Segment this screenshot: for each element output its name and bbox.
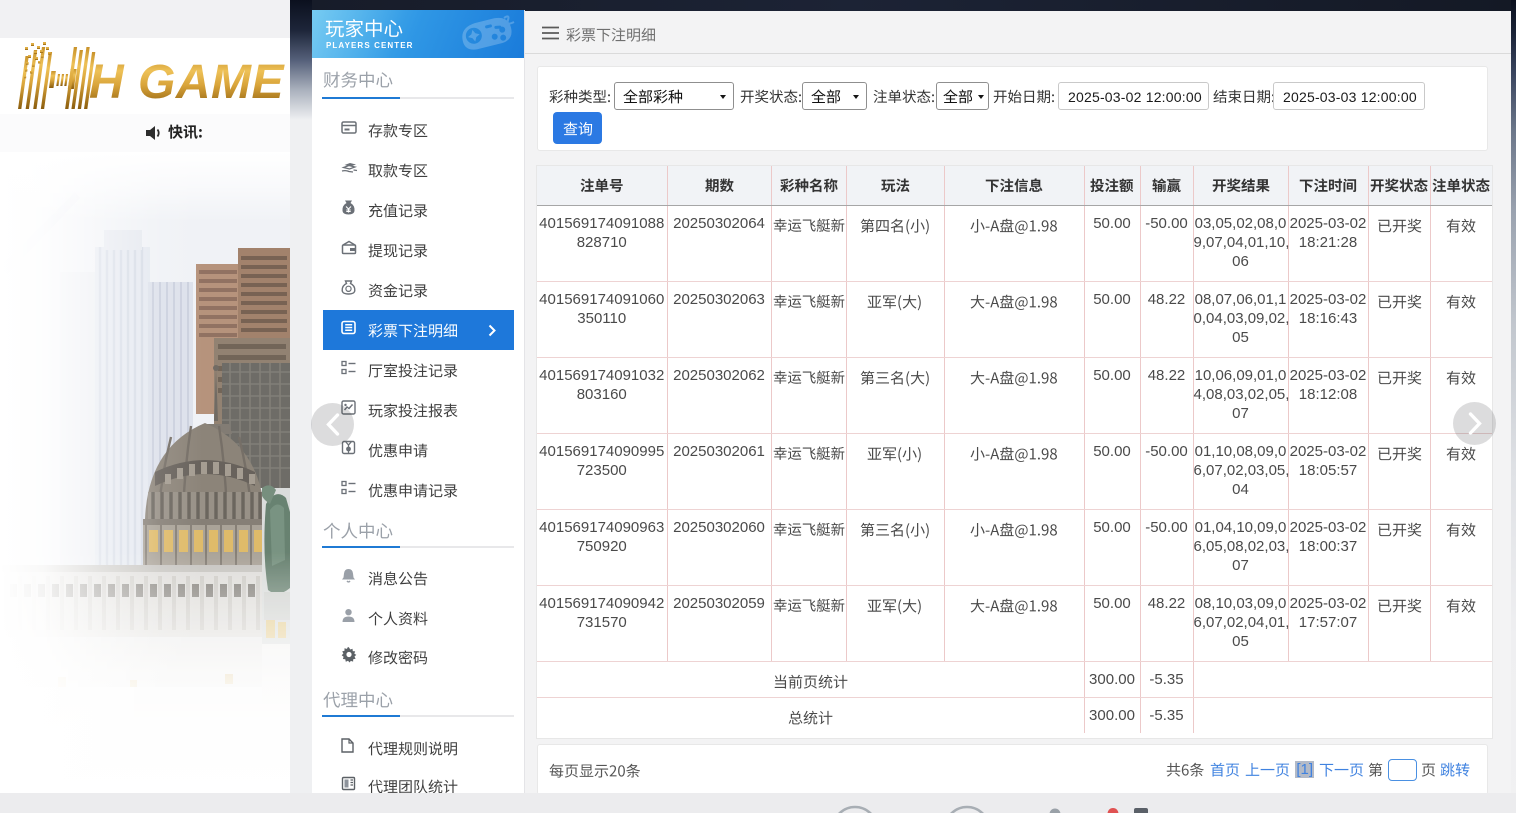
svg-text:H GAME: H GAME bbox=[89, 56, 285, 109]
